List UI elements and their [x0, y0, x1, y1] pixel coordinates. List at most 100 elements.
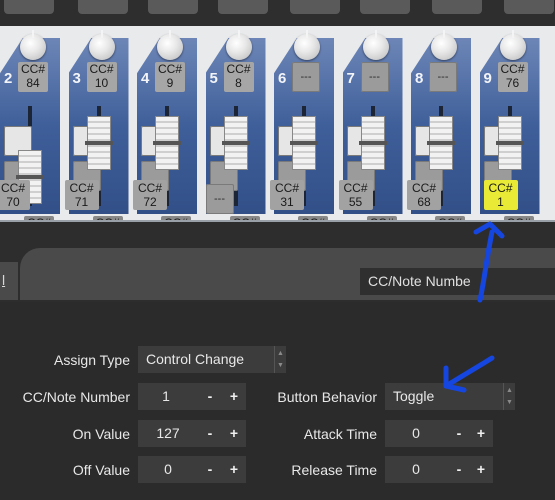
decrement-button[interactable]: -	[198, 420, 222, 447]
fader-cc-label[interactable]: CC# 31	[270, 180, 304, 210]
cc-note-number-field[interactable]: CC/Note Numbe	[360, 268, 555, 295]
channel-strip: 5 CC# 8 ---	[202, 26, 266, 214]
top-tab[interactable]	[148, 0, 198, 14]
cc-note-number-value[interactable]: 1	[138, 383, 194, 410]
cc-prefix: CC#	[0, 181, 25, 195]
fader-cc-number: 1	[497, 195, 504, 209]
on-value-stepper[interactable]: 127 - +	[138, 420, 246, 447]
spinner-arrows-icon[interactable]: ▲ ▼	[503, 383, 515, 410]
fader-cc-label[interactable]: CC# 71	[64, 180, 99, 210]
channel-strip: 9 CC# 76 CC# 1	[476, 26, 540, 214]
channel-strip: 7 --- CC# 55	[338, 26, 403, 214]
top-toolbar	[0, 0, 555, 26]
decrement-button[interactable]: -	[198, 383, 222, 410]
knob[interactable]	[20, 30, 46, 60]
strip-number: 9	[483, 70, 492, 87]
spinner-arrows-icon[interactable]: ▲ ▼	[274, 346, 286, 373]
knob-cc-label[interactable]: ---	[292, 62, 320, 92]
top-tab[interactable]	[218, 0, 268, 14]
assign-type-select[interactable]: Control Change ▲ ▼	[138, 346, 286, 373]
increment-button[interactable]: +	[469, 420, 493, 447]
cc-prefix: CC#	[488, 181, 513, 195]
fader-handle[interactable]	[427, 116, 455, 170]
top-tab[interactable]	[360, 0, 410, 14]
knob-cc-number: 9	[166, 76, 174, 90]
increment-button[interactable]: +	[222, 420, 246, 447]
knob-cc-number: 8	[235, 76, 242, 90]
cc-prefix: CC#	[500, 62, 525, 76]
cc-prefix: CC#	[157, 62, 182, 76]
knob-cc-label[interactable]: CC# 10	[86, 62, 117, 92]
assign-type-value: Control Change	[146, 351, 245, 367]
strip-number: 6	[278, 70, 287, 87]
release-time-value[interactable]: 0	[385, 456, 447, 483]
top-tab[interactable]	[78, 0, 128, 14]
attack-time-stepper[interactable]: 0 - +	[385, 420, 493, 447]
decrement-button[interactable]: -	[198, 456, 222, 483]
fader-handle[interactable]	[495, 116, 524, 170]
fader-cc-label[interactable]: CC# 72	[133, 180, 167, 210]
left-tab-label[interactable]: l	[2, 272, 5, 288]
attack-time-value[interactable]: 0	[385, 420, 447, 447]
fader-handle[interactable]	[153, 116, 181, 170]
fader-handle[interactable]	[84, 116, 113, 170]
knob[interactable]	[88, 30, 115, 60]
attack-time-label: Attack Time	[303, 426, 377, 442]
on-value-value[interactable]: 127	[138, 420, 198, 447]
channel-strip: 4 CC# 9 CC# 72	[133, 26, 197, 214]
cc-prefix: CC#	[137, 181, 162, 195]
knob[interactable]	[431, 30, 457, 60]
fader-cc-label[interactable]: ---	[205, 184, 234, 214]
strip-number: 2	[4, 70, 13, 87]
cc-prefix: CC#	[69, 181, 94, 195]
fader-handle[interactable]	[290, 116, 318, 170]
fader-cc-label[interactable]: CC# 1	[483, 180, 518, 210]
fader-handle[interactable]	[358, 116, 387, 170]
fader-cc-number: 72	[143, 195, 157, 209]
cc-prefix: CC#	[20, 62, 45, 76]
fader-cc-number: 31	[280, 195, 294, 209]
knob[interactable]	[499, 30, 526, 60]
knob-cc-number: 84	[26, 76, 40, 90]
knob[interactable]	[294, 30, 320, 60]
top-tab[interactable]	[290, 0, 340, 14]
top-tab[interactable]	[504, 0, 554, 14]
top-tab[interactable]	[432, 0, 482, 14]
cc-note-number-label: CC/Note Number	[22, 389, 130, 405]
knob-cc-label[interactable]: CC# 8	[223, 62, 254, 92]
knob-cc-label[interactable]: CC# 9	[155, 62, 185, 92]
fader-cc-label[interactable]: CC# 68	[407, 180, 441, 210]
fader-cc-label[interactable]: CC# 70	[0, 180, 30, 210]
off-value-stepper[interactable]: 0 - +	[138, 456, 246, 483]
decrement-button[interactable]: -	[447, 456, 471, 483]
increment-button[interactable]: +	[469, 456, 493, 483]
knob[interactable]	[362, 30, 389, 60]
knob-cc-label[interactable]: CC# 76	[497, 62, 528, 92]
cc-note-number-stepper[interactable]: 1 - +	[138, 383, 246, 410]
top-tab[interactable]	[4, 0, 54, 14]
fader-cc-number: 68	[417, 195, 431, 209]
knob-cc-label[interactable]: ---	[360, 62, 389, 92]
knob[interactable]	[157, 30, 183, 60]
fader-cc-label[interactable]: CC# 55	[338, 180, 373, 210]
cc-prefix: CC#	[343, 181, 368, 195]
button-behavior-select[interactable]: Toggle ▲ ▼	[385, 383, 515, 410]
cc-prefix: CC#	[226, 62, 251, 76]
fader-handle[interactable]	[221, 116, 250, 170]
off-value-value[interactable]: 0	[138, 456, 198, 483]
knob[interactable]	[225, 30, 252, 60]
cc-prefix: CC#	[411, 181, 436, 195]
release-time-stepper[interactable]: 0 - +	[385, 456, 493, 483]
channel-strip: 6 --- CC# 31	[270, 26, 334, 214]
knob-cc-label[interactable]: ---	[429, 62, 457, 92]
increment-button[interactable]: +	[222, 456, 246, 483]
fader-cc-number: 70	[6, 195, 20, 209]
knob-cc-label[interactable]: CC# 84	[18, 62, 48, 92]
increment-button[interactable]: +	[222, 383, 246, 410]
controller-panel: 2 CC# 84 CC# 70 CC#	[0, 26, 555, 222]
decrement-button[interactable]: -	[447, 420, 471, 447]
release-time-label: Release Time	[291, 462, 377, 478]
knob-cc-number: 10	[94, 76, 109, 90]
strip-number: 5	[209, 70, 218, 87]
assign-type-label: Assign Type	[53, 352, 130, 368]
